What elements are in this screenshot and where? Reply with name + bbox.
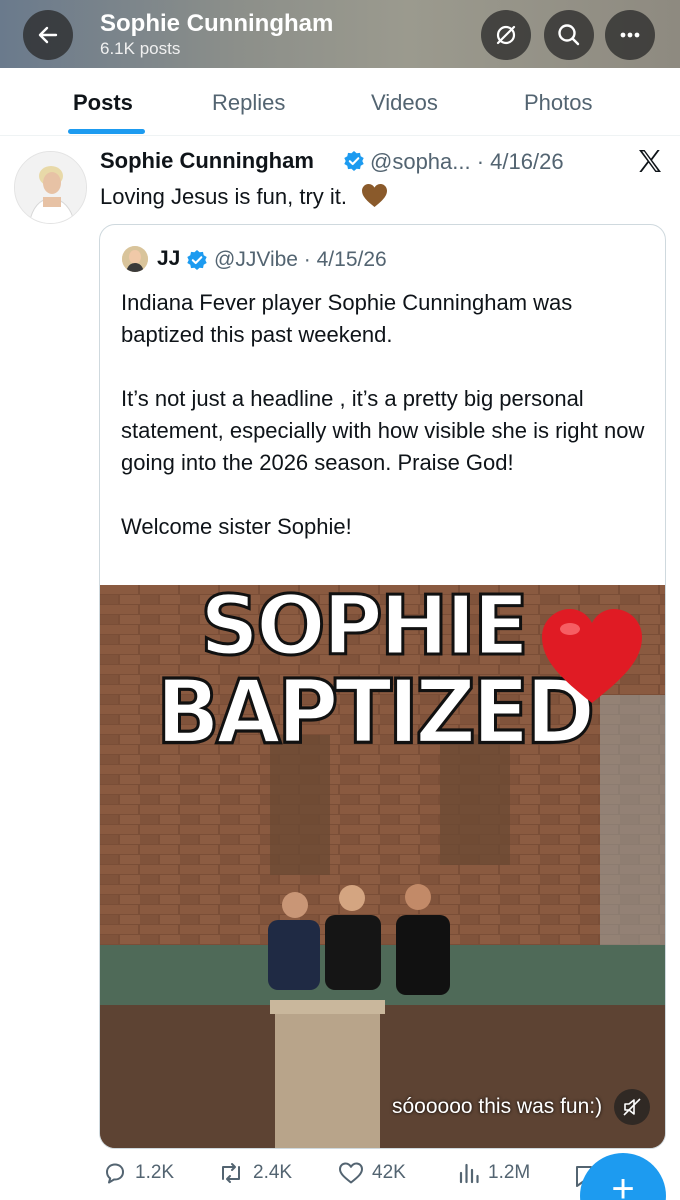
quote-paragraph: It’s not just a headline , it’s a pretty… (121, 386, 645, 475)
like-count: 42K (372, 1162, 406, 1183)
post-author-name[interactable]: Sophie Cunningham (100, 148, 314, 174)
views-count: 1.2M (488, 1162, 531, 1183)
quote-author-avatar (122, 246, 148, 272)
views-button[interactable]: 1.2M (458, 1161, 530, 1185)
post-text-content: Loving Jesus is fun, try it. (100, 184, 347, 209)
mute-button[interactable] (481, 10, 531, 60)
views-chart-icon (459, 1163, 479, 1184)
red-heart-icon (542, 609, 642, 703)
quote-paragraph: Indiana Fever player Sophie Cunningham w… (121, 290, 573, 347)
quote-author-name: JJ (157, 247, 181, 270)
plus-icon: + (611, 1167, 635, 1200)
repost-button[interactable]: 2.4K (217, 1161, 292, 1185)
active-tab-indicator (68, 129, 145, 134)
author-avatar[interactable] (14, 151, 87, 224)
quoted-post-card[interactable]: JJ @JJVibe · 4/15/26 Indiana Fever playe… (99, 224, 666, 1149)
profile-header: Sophie Cunningham 6.1K posts (0, 0, 680, 68)
repost-count: 2.4K (253, 1162, 293, 1183)
quote-video-media[interactable]: SOPHIE BAPTIZED sóooooo this was fun:) (100, 585, 665, 1148)
search-button[interactable] (544, 10, 594, 60)
heart-icon (339, 1162, 363, 1184)
reply-button[interactable]: 1.2K (103, 1161, 174, 1185)
post-action-bar: 1.2K 2.4K 42K 1.2M (0, 1155, 680, 1200)
verified-badge-icon (344, 151, 364, 171)
video-mute-toggle[interactable] (614, 1089, 650, 1125)
post-text: Loving Jesus is fun, try it. (100, 183, 388, 210)
tab-replies[interactable]: Replies (212, 90, 285, 116)
more-dots-icon (620, 32, 640, 38)
tab-videos[interactable]: Videos (371, 90, 438, 116)
x-logo-icon (639, 150, 661, 172)
speaker-muted-icon (623, 1098, 641, 1116)
media-caption: sóooooo this was fun:) (392, 1095, 603, 1118)
post-handle-date[interactable]: @sopha... · 4/16/26 (370, 149, 564, 175)
media-title-line2: BAPTIZED (154, 659, 596, 765)
quote-paragraph: Welcome sister Sophie! (121, 514, 352, 539)
quote-handle-date: @JJVibe · 4/15/26 (214, 248, 387, 271)
more-button[interactable] (605, 10, 655, 60)
back-arrow-icon (38, 26, 58, 44)
like-button[interactable]: 42K (338, 1161, 406, 1185)
repost-icon (222, 1163, 240, 1183)
header-title: Sophie Cunningham (100, 10, 334, 37)
profile-tabs: Posts Replies Videos Photos (0, 68, 680, 136)
search-icon (558, 24, 580, 46)
tab-posts[interactable]: Posts (73, 90, 133, 116)
muted-icon (496, 25, 516, 45)
reply-icon (106, 1163, 124, 1184)
reply-count: 1.2K (135, 1162, 175, 1183)
quote-text: Indiana Fever player Sophie Cunningham w… (121, 287, 656, 575)
quote-verified-badge-icon (187, 250, 207, 270)
tab-photos[interactable]: Photos (524, 90, 593, 116)
back-button[interactable] (23, 10, 73, 60)
header-post-count: 6.1K posts (100, 39, 181, 58)
brown-heart-icon (362, 184, 388, 207)
